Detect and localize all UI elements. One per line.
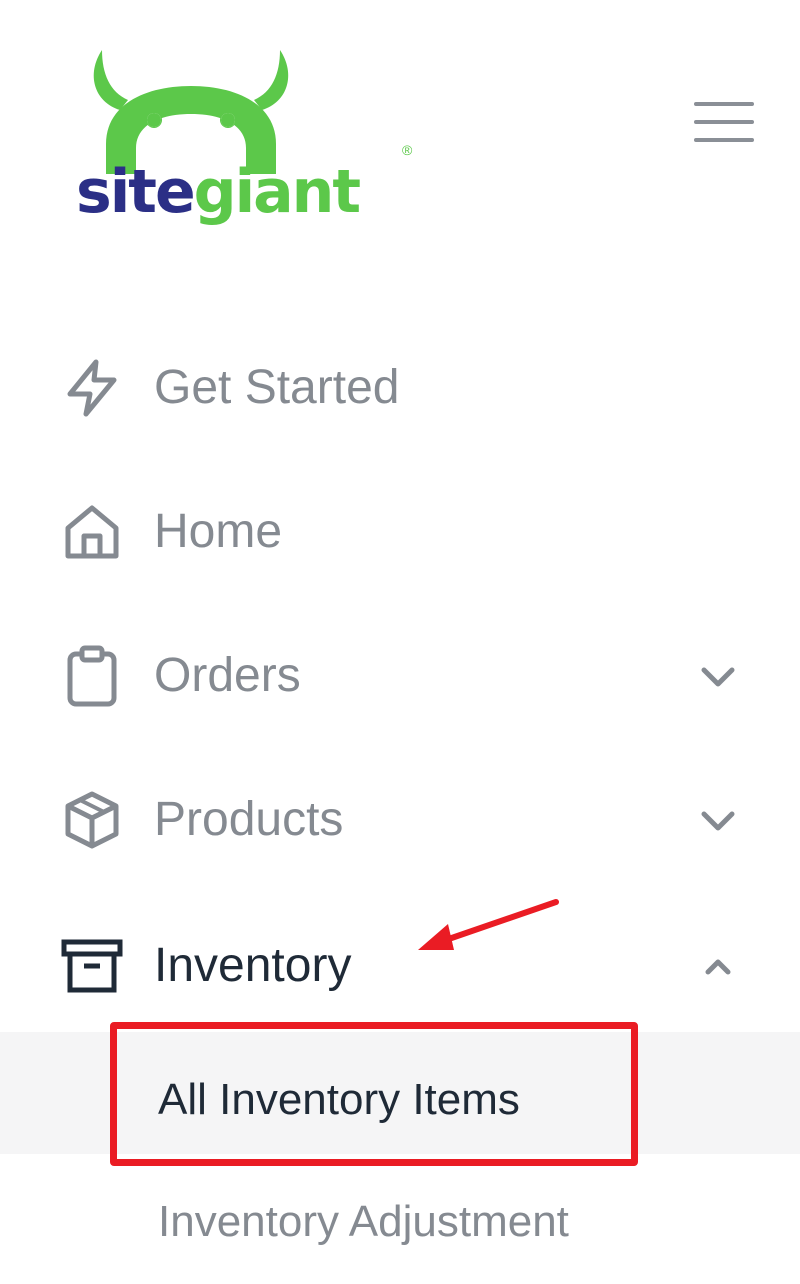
archive-icon (61, 939, 123, 993)
box-icon (65, 791, 119, 849)
clipboard-icon (67, 645, 117, 707)
nav-label: Home (154, 505, 283, 558)
nav-item-orders[interactable]: Orders (0, 622, 800, 722)
home-icon (65, 505, 119, 559)
submenu-item-all-inventory-items[interactable]: All Inventory Items (0, 1032, 800, 1154)
submenu-item-inventory-adjustment[interactable]: Inventory Adjustment (0, 1176, 800, 1276)
nav-item-get-started[interactable]: Get Started (0, 334, 800, 434)
sitegiant-logo[interactable]: sitegiant ® (76, 44, 416, 227)
nav-label: Orders (154, 649, 301, 702)
submenu-label: All Inventory Items (158, 1075, 520, 1124)
sitegiant-wordmark: sitegiant (76, 157, 361, 227)
chevron-down-icon[interactable] (694, 652, 742, 700)
nav-item-products[interactable]: Products (0, 766, 800, 866)
nav-label: Products (154, 793, 344, 846)
nav-item-inventory[interactable]: Inventory (0, 912, 800, 1012)
nav-label: Get Started (154, 361, 400, 414)
nav-label: Inventory (154, 939, 352, 992)
nav-item-home[interactable]: Home (0, 478, 800, 578)
registered-mark: ® (402, 142, 413, 158)
chevron-up-icon[interactable] (694, 942, 742, 990)
chevron-down-icon[interactable] (694, 796, 742, 844)
submenu-label: Inventory Adjustment (158, 1197, 569, 1246)
sidebar: sitegiant ® Get Started Home Orders Prod… (0, 0, 800, 1284)
hamburger-menu-icon[interactable] (692, 98, 756, 146)
lightning-icon (67, 359, 117, 417)
